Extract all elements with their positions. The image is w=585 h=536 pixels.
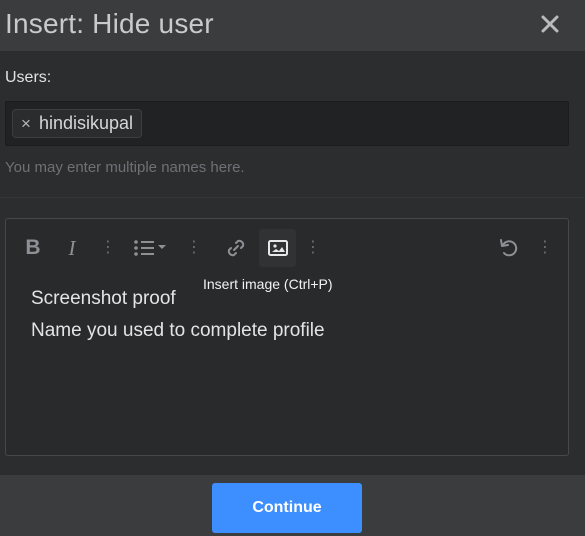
editor-line: Screenshot proof [31,288,176,309]
more-options-icon[interactable]: ⋮ [186,229,202,267]
editor-toolbar: B I ⋮ ⋮ ⋮ ⋮ [6,219,568,275]
list-icon[interactable] [130,229,170,267]
users-label: Users: [5,69,52,86]
user-token-name: hindisikupal [38,113,133,133]
close-icon[interactable] [537,11,563,37]
continue-button[interactable]: Continue [212,483,362,533]
italic-icon[interactable]: I [60,229,84,267]
users-input[interactable]: × hindisikupal [5,101,569,146]
bold-icon[interactable]: B [21,229,45,267]
image-icon[interactable] [259,229,296,267]
editor-line: Name you used to complete profile [31,320,325,341]
dialog-header: Insert: Hide user [0,0,585,52]
dialog-body: Users: × hindisikupal You may enter mult… [0,53,585,475]
editor-content[interactable]: Screenshot proof Name you used to comple… [31,288,325,352]
undo-icon[interactable] [496,229,522,267]
user-token: × hindisikupal [12,109,142,138]
divider [0,197,585,198]
link-icon[interactable] [222,229,250,267]
more-options-icon[interactable]: ⋮ [537,229,553,267]
more-options-icon[interactable]: ⋮ [100,229,116,267]
dialog-title: Insert: Hide user [5,8,214,39]
more-options-icon[interactable]: ⋮ [305,229,321,267]
remove-token-icon[interactable]: × [21,114,31,134]
dialog-footer: Continue [0,475,585,536]
users-hint: You may enter multiple names here. [5,159,245,176]
message-editor: B I ⋮ ⋮ ⋮ ⋮ Insert image (Ctrl+P) Screen… [5,218,569,456]
